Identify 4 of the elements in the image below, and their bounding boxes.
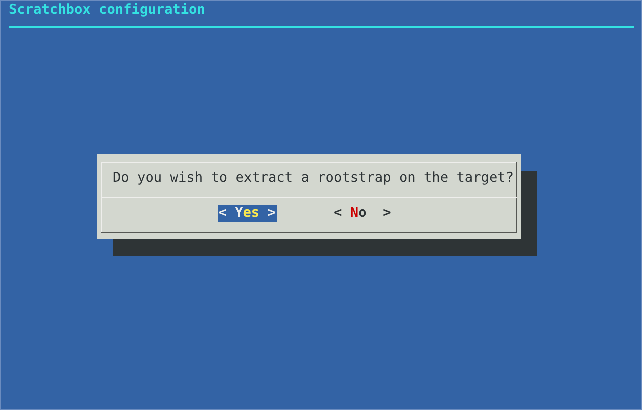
dialog-button[interactable]: < No > xyxy=(333,205,392,222)
dialog-button[interactable]: < Yes > xyxy=(218,205,277,222)
screen-title: Scratchbox configuration xyxy=(8,1,206,18)
dialog-message: Do you wish to extract a rootstrap on the target? xyxy=(112,169,516,188)
